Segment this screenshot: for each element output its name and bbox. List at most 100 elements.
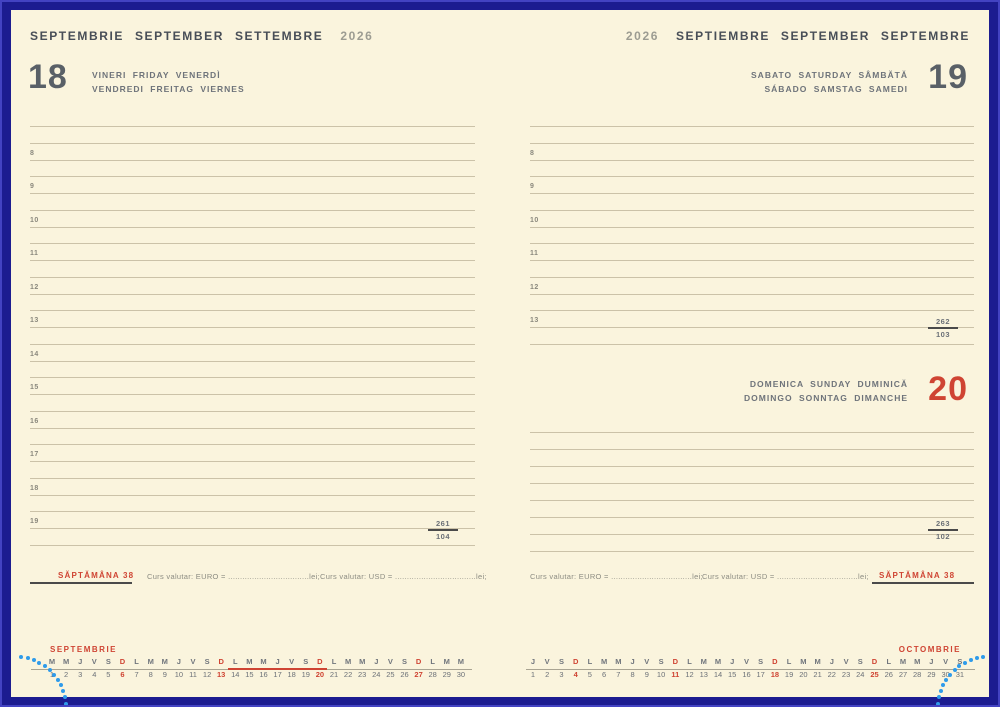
left-day18-ruled-line <box>30 310 475 311</box>
october-calendar-day: D4 <box>568 657 583 679</box>
right-day19-ruled-line <box>530 227 974 228</box>
september-calendar-day-number: 16 <box>256 670 271 679</box>
october-calendar-day-number: 15 <box>725 670 740 679</box>
september-calendar-day-number: 23 <box>355 670 370 679</box>
october-calendar-day-letter: L <box>881 657 896 666</box>
right-day19-names-line2: SÁBADO SAMSTAG SAMEDI <box>751 82 908 96</box>
september-calendar-day: S26 <box>397 657 412 679</box>
right-day19-hour-label: 8 <box>530 150 534 157</box>
september-calendar-day-letter: L <box>425 657 440 666</box>
october-calendar-day-number: 21 <box>810 670 825 679</box>
october-calendar-day: L5 <box>582 657 597 679</box>
september-calendar-day-number: 4 <box>87 670 102 679</box>
left-month-names: SEPTEMBRIE SEPTEMBER SETTEMBRE <box>30 29 323 43</box>
october-calendar-day: M13 <box>696 657 711 679</box>
october-calendar-day-number: 23 <box>839 670 854 679</box>
left-day18-hour-label: 14 <box>30 351 39 358</box>
october-calendar-day-letter: M <box>711 657 726 666</box>
left-exchange-usd: Curs valutar: USD = ....................… <box>320 572 487 581</box>
october-calendar-day-number: 29 <box>924 670 939 679</box>
october-calendar-day: S17 <box>753 657 768 679</box>
october-calendar-day-number: 14 <box>711 670 726 679</box>
right-day20-names: DOMENICA SUNDAY DUMINICĂ DOMINGO SONNTAG… <box>744 377 908 405</box>
october-calendar-day-number: 2 <box>540 670 555 679</box>
left-day18-ruled-line <box>30 461 475 462</box>
september-calendar-day-number: 27 <box>411 670 426 679</box>
left-day18-ruled-line <box>30 377 475 378</box>
september-calendar-day: M2 <box>59 657 74 679</box>
left-day18-ruled-line <box>30 143 475 144</box>
left-day18-hour-label: 10 <box>30 217 39 224</box>
october-calendar-day: M21 <box>810 657 825 679</box>
october-calendar-day-number: 11 <box>668 670 683 679</box>
october-calendar-day-number: 19 <box>782 670 797 679</box>
october-calendar-day-number: 6 <box>597 670 612 679</box>
october-calendar-day: L26 <box>881 657 896 679</box>
bottom-left-arc-dot <box>37 661 41 665</box>
october-calendar-day: M27 <box>896 657 911 679</box>
right-day19-number: 19 <box>928 62 968 92</box>
october-calendar-day-letter: M <box>611 657 626 666</box>
october-calendar-day-number: 25 <box>867 670 882 679</box>
right-day20-ruled-line <box>530 500 974 501</box>
right-day19-ruled-line <box>530 210 974 211</box>
september-calendar-day-letter: M <box>341 657 356 666</box>
right-day20-number: 20 <box>928 374 968 404</box>
october-calendar-day: V23 <box>839 657 854 679</box>
september-calendar-day: M8 <box>143 657 158 679</box>
right-mini-calendar-title: OCTOMBRIE <box>899 645 961 654</box>
left-day18-hour-label: 18 <box>30 485 39 492</box>
right-day19-ruled-line <box>530 193 974 194</box>
right-day19-ruled-line <box>530 126 974 127</box>
right-day19-ruled-line <box>530 260 974 261</box>
right-week-label: SĂPTĂMÂNA 38 <box>879 571 955 580</box>
right-day19-ruled-line <box>530 176 974 177</box>
october-calendar-day: V9 <box>639 657 654 679</box>
bottom-right-arc-dot <box>936 702 940 706</box>
september-calendar-day: M9 <box>157 657 172 679</box>
left-day18-hour-label: 15 <box>30 384 39 391</box>
left-day18-ruled-line <box>30 528 475 529</box>
left-day18-ruled-line <box>30 227 475 228</box>
bottom-left-arc-dot <box>32 658 36 662</box>
left-day-number: 18 <box>28 62 68 92</box>
october-calendar-day: J 29 <box>924 657 939 679</box>
september-calendar-day: V4 <box>87 657 102 679</box>
october-calendar-day-number: 20 <box>796 670 811 679</box>
september-calendar-day-number: 5 <box>101 670 116 679</box>
left-week-label: SĂPTĂMÂNA 38 <box>58 571 134 580</box>
right-day20-day-of-year: 263 <box>926 519 960 528</box>
bottom-left-arc-dot <box>63 695 67 699</box>
october-calendar-day-letter: L <box>682 657 697 666</box>
left-day18-ruled-line <box>30 428 475 429</box>
september-calendar-day: L21 <box>327 657 342 679</box>
right-day19-hour-label: 9 <box>530 183 534 190</box>
september-calendar-day-letter: J <box>73 657 88 666</box>
september-calendar-day-number: 15 <box>242 670 257 679</box>
october-calendar-day-letter: D <box>668 657 683 666</box>
left-day18-ruled-line <box>30 193 475 194</box>
right-week-rule <box>872 582 974 584</box>
right-day19-names-line1: SABATO SATURDAY SÂMBĂTĂ <box>751 68 908 82</box>
diary-spread: SEPTEMBRIE SEPTEMBER SETTEMBRE 2026 2026… <box>0 0 1000 707</box>
october-calendar-day-letter: V <box>938 657 953 666</box>
september-calendar-day-letter: M <box>256 657 271 666</box>
bottom-right-arc-dot <box>969 658 973 662</box>
right-day19-day-of-year-fraction: 262 103 <box>926 317 960 339</box>
september-calendar-day-number: 26 <box>397 670 412 679</box>
october-calendar-day-letter: S <box>853 657 868 666</box>
right-year: 2026 <box>626 29 659 43</box>
september-calendar-day-letter: J <box>369 657 384 666</box>
september-calendar-day-number: 10 <box>171 670 186 679</box>
october-calendar-day-letter: J <box>924 657 939 666</box>
october-calendar-day: L12 <box>682 657 697 679</box>
october-calendar-day-letter: S <box>654 657 669 666</box>
bottom-right-arc-dot <box>975 656 979 660</box>
diary-paper <box>11 10 989 697</box>
right-day19-day-of-year: 262 <box>926 317 960 326</box>
september-calendar-day-letter: J <box>171 657 186 666</box>
right-day20-ruled-line <box>530 517 974 518</box>
october-calendar-day-letter: D <box>867 657 882 666</box>
left-days-remaining: 104 <box>426 532 460 541</box>
october-calendar-day-number: 3 <box>554 670 569 679</box>
